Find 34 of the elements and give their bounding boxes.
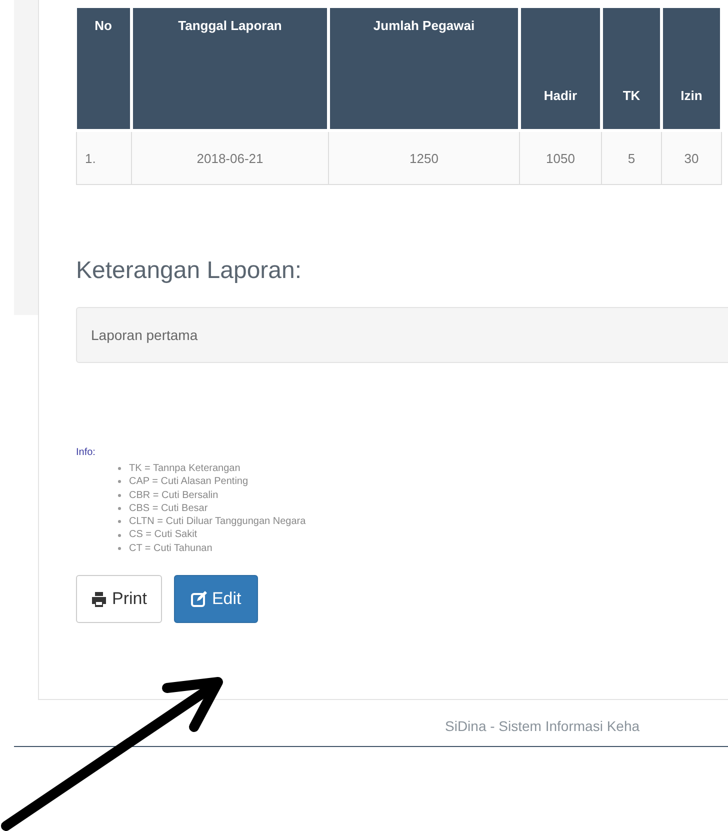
table-cell: 30 [662, 130, 722, 184]
info-item: CAP = Cuti Alasan Penting [129, 475, 248, 489]
print-icon [91, 592, 107, 607]
table-cell: 5 [602, 130, 662, 184]
column-header: TK [602, 8, 662, 130]
table-cell: 1050 [520, 130, 602, 184]
print-button[interactable]: Print [76, 575, 162, 624]
bullet-icon [118, 467, 121, 470]
info-item: CLTN = Cuti Diluar Tanggungan Negara [129, 515, 306, 528]
edit-button[interactable]: Edit [174, 575, 258, 624]
column-header: Tanggal Laporan [132, 8, 328, 130]
info-item: CT = Cuti Tahunan [129, 542, 212, 556]
info-item: CBR = Cuti Bersalin [129, 488, 218, 502]
bullet-icon [118, 534, 121, 537]
footer-text: SiDina - Sistem Informasi Keha [445, 718, 640, 734]
table-cell: 1250 [328, 130, 520, 184]
column-header: Izin [662, 8, 722, 130]
section-heading: Keterangan Laporan: [76, 257, 303, 285]
column-header: No [76, 8, 132, 130]
notes-box: Laporan pertama [76, 307, 728, 363]
info-item: CS = Cuti Sakit [129, 528, 198, 542]
column-header: Jumlah Pegawai [328, 8, 520, 130]
table-cell: 2018-06-21 [132, 130, 328, 184]
bullet-icon [118, 494, 121, 497]
bullet-icon [118, 480, 121, 484]
column-header: Hadir [520, 8, 602, 130]
info-item: CBS = Cuti Besar [129, 502, 208, 516]
bullet-icon [118, 507, 121, 510]
bullet-icon [118, 546, 121, 550]
edit-icon [190, 591, 207, 608]
bullet-icon [118, 520, 121, 524]
info-label: Info: [76, 447, 96, 458]
table-cell: 1. [76, 130, 132, 184]
info-item: TK = Tannpa Keterangan [129, 462, 240, 476]
